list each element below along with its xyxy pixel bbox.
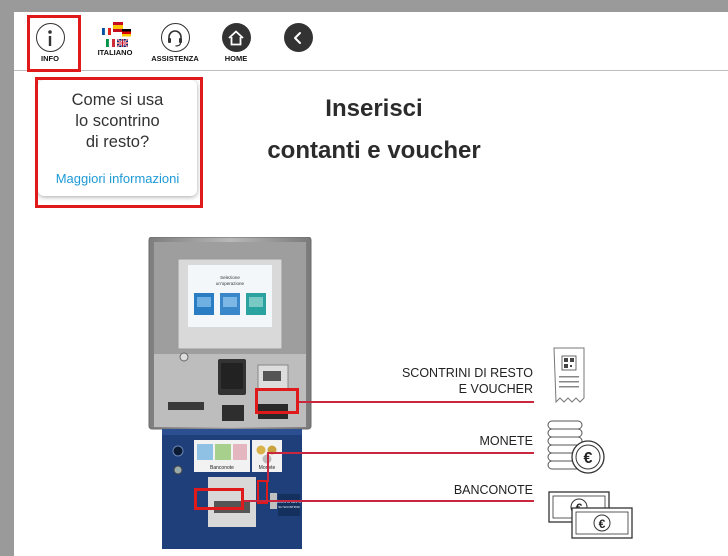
banknotes-label: BANCONOTE <box>453 483 533 497</box>
receipt-slot-highlight <box>255 388 299 414</box>
language-label: ITALIANO <box>97 48 133 57</box>
banknotes-euro-icon: € € <box>546 488 638 544</box>
panel-left-label: Banconote <box>210 465 234 471</box>
kiosk-screen: INFO ITALIANO ASSISTENZA HOME Come si us… <box>14 12 728 556</box>
coins-callout-connector <box>267 452 269 482</box>
receipts-label: SCONTRINI DI RESTO E VOUCHER <box>354 365 533 397</box>
coins-callout-line <box>268 452 534 454</box>
back-icon <box>283 23 313 52</box>
note-slot-highlight <box>194 488 244 510</box>
receipts-label-line-1: SCONTRINI DI RESTO <box>401 366 533 380</box>
svg-text:€: € <box>584 450 593 467</box>
receipts-callout-line <box>299 401 534 403</box>
language-button[interactable]: ITALIANO <box>92 12 138 70</box>
notes-callout-line <box>244 500 534 502</box>
assistance-button[interactable]: ASSISTENZA <box>149 12 201 70</box>
title-line-2: contanti e voucher <box>267 137 481 164</box>
coins-label: MONETE <box>479 434 533 448</box>
top-toolbar: INFO ITALIANO ASSISTENZA HOME <box>14 12 728 71</box>
headset-icon <box>160 23 190 52</box>
receipts-label-line-2: E VOUCHER <box>458 382 533 396</box>
back-button[interactable] <box>283 12 313 70</box>
svg-text:SU SCONTRINI: SU SCONTRINI <box>278 505 300 509</box>
assistance-label: ASSISTENZA <box>151 54 199 63</box>
popup-highlight <box>35 77 203 208</box>
screen-title: Selezione <box>220 275 240 280</box>
home-button[interactable]: HOME <box>218 12 254 70</box>
info-highlight <box>27 15 81 72</box>
receipt-icon <box>551 346 591 406</box>
coins-euro-icon: € <box>546 417 608 475</box>
screen-subtitle: un'operazione <box>216 281 245 286</box>
home-icon <box>221 23 251 52</box>
svg-text:€: € <box>599 517 606 531</box>
page-title: Inserisci contanti e voucher <box>224 88 524 172</box>
title-line-1: Inserisci <box>325 95 423 122</box>
home-label: HOME <box>224 54 248 63</box>
